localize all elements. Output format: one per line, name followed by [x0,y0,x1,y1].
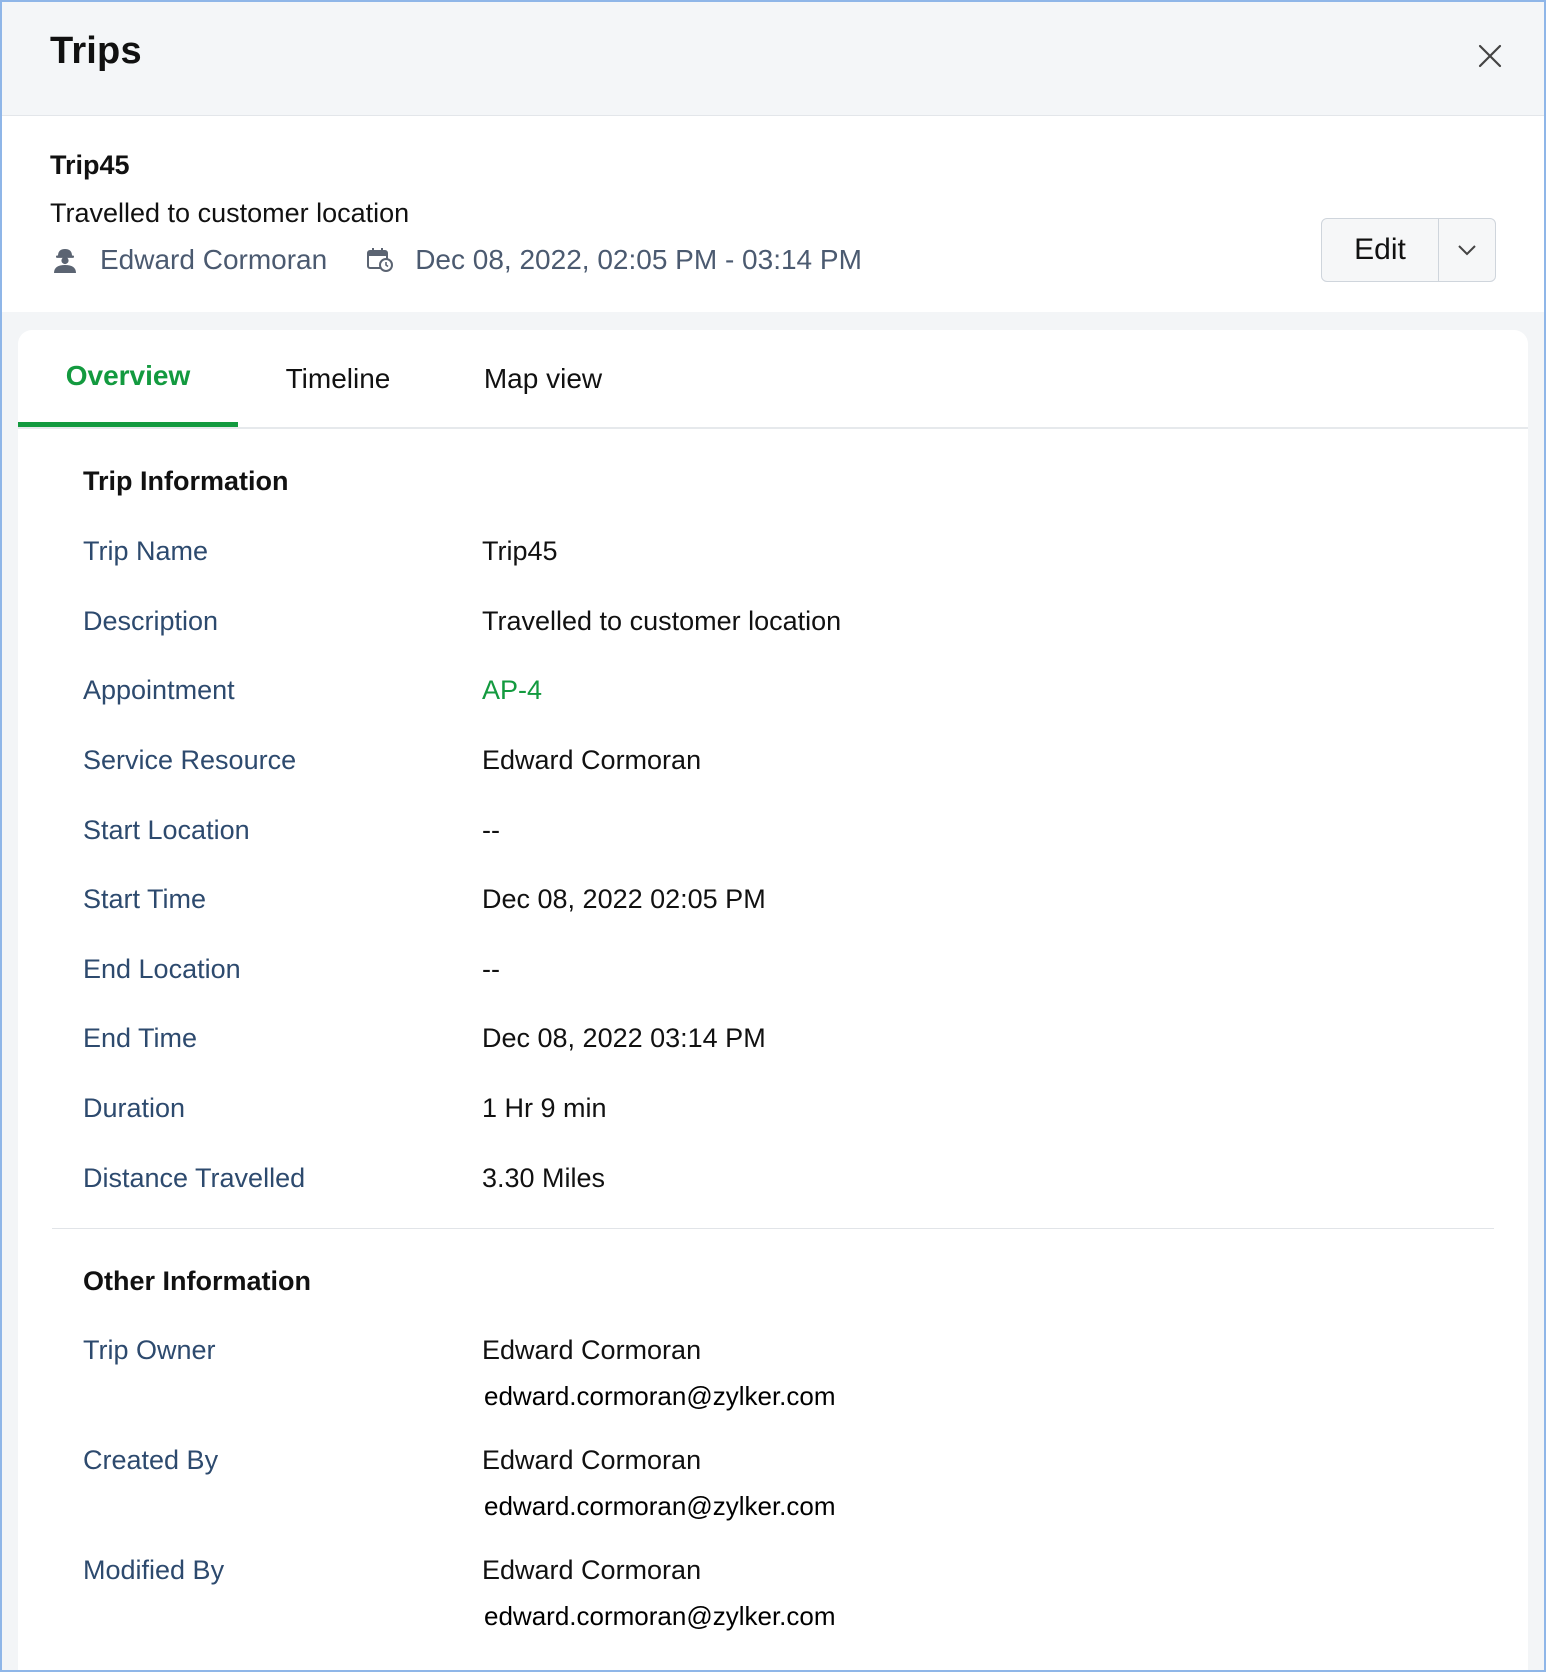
tab-bar: Overview Timeline Map view [18,330,1528,429]
field-label: Distance Travelled [83,1163,306,1193]
user-email: edward.cormoran@zylker.com [484,1491,836,1521]
user-name: Edward Cormoran [482,1555,702,1585]
panel-header: Trips [2,2,1544,116]
field-label: Trip Owner [83,1335,216,1365]
datetime-meta: Dec 08, 2022, 02:05 PM - 03:14 PM [365,244,862,276]
tab-overview[interactable]: Overview [18,330,238,427]
field-value: 1 Hr 9 min [482,1093,607,1123]
trip-description: Travelled to customer location [50,198,410,228]
field-value: Edward Cormoran [482,745,702,775]
user-name: Edward Cormoran [482,1445,702,1475]
field-value: Trip45 [482,536,558,566]
user-email: edward.cormoran@zylker.com [484,1381,836,1411]
other-information-title: Other Information [83,1266,311,1296]
field-value: Dec 08, 2022 02:05 PM [482,884,766,914]
field-label: Start Location [83,815,250,845]
field-label: Appointment [83,675,235,705]
user-name: Edward Cormoran [482,1335,702,1365]
field-value: -- [482,815,500,845]
field-value: Dec 08, 2022 03:14 PM [482,1023,766,1053]
trip-detail-card: Overview Timeline Map view Trip Informat… [18,330,1528,1670]
appointment-link[interactable]: AP-4 [482,675,542,706]
trip-name-heading: Trip45 [50,150,130,180]
tab-map-view[interactable]: Map view [438,330,648,427]
field-value: -- [482,954,500,984]
user-hardhat-icon [54,249,76,273]
trip-detail-panel: Trips Trip45 Travelled to customer locat… [0,0,1546,1672]
field-value: 3.30 Miles [482,1163,606,1193]
edit-button[interactable]: Edit [1322,219,1439,281]
close-button[interactable] [1472,38,1508,74]
calendar-clock-icon [367,248,394,272]
field-label: Start Time [83,884,207,914]
resource-meta: Edward Cormoran [50,244,327,276]
trip-information-title: Trip Information [83,466,289,496]
field-label: Service Resource [83,745,297,775]
edit-dropdown-button[interactable] [1439,219,1495,281]
close-icon [1478,44,1502,68]
field-label: Trip Name [83,536,209,566]
user-email: edward.cormoran@zylker.com [484,1601,836,1631]
trip-meta: Edward Cormoran Dec 08, 2022, 02:05 PM -… [50,244,862,276]
field-value: Travelled to customer location [482,606,842,636]
field-label: End Time [83,1023,198,1053]
section-divider [52,1228,1494,1229]
tab-timeline[interactable]: Timeline [238,330,438,427]
panel-title: Trips [50,30,142,72]
field-label: End Location [83,954,241,984]
edit-split-button: Edit [1321,218,1496,282]
resource-name: Edward Cormoran [100,244,328,275]
field-label: Duration [83,1093,186,1123]
chevron-down-icon [1458,245,1476,256]
trip-summary: Trip45 Travelled to customer location Ed… [2,116,1544,312]
field-label: Modified By [83,1555,225,1585]
field-label: Description [83,606,219,636]
trip-datetime-range: Dec 08, 2022, 02:05 PM - 03:14 PM [415,244,862,275]
field-label: Created By [83,1445,219,1475]
